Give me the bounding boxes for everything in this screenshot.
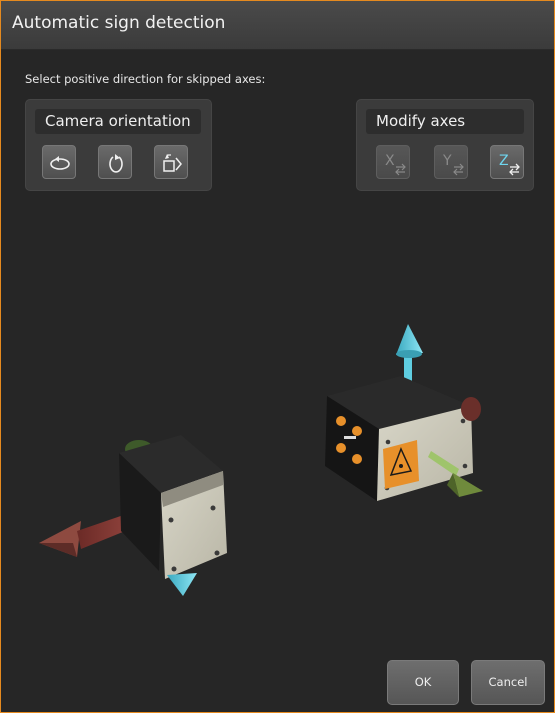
flip-view-icon xyxy=(163,154,182,172)
rotate-horizontal-icon xyxy=(50,156,70,170)
z-axis-swap-icon: Z xyxy=(499,153,520,176)
flip-x-axis-button[interactable]: X xyxy=(376,145,410,179)
x-axis-swap-icon: X xyxy=(385,153,406,176)
y-axis-letter: Y xyxy=(442,153,452,169)
sensor-model-right xyxy=(325,324,483,501)
title-bar: Automatic sign detection xyxy=(1,1,554,50)
modify-axes-label: Modify axes xyxy=(366,109,524,134)
dialog-title: Automatic sign detection xyxy=(12,13,226,33)
flip-z-axis-button[interactable]: Z xyxy=(490,145,524,179)
3d-viewport[interactable] xyxy=(1,191,554,712)
flip-y-axis-button[interactable]: Y xyxy=(434,145,468,179)
sensor-model-left xyxy=(39,435,227,596)
x-axis-arrow-right xyxy=(461,397,481,421)
ok-button[interactable]: OK xyxy=(387,660,459,705)
rotate-horizontal-button[interactable] xyxy=(42,145,76,179)
z-axis-arrow-left xyxy=(167,573,197,596)
x-axis-letter: X xyxy=(385,153,395,169)
sign-detection-dialog: Automatic sign detection Select positive… xyxy=(0,0,555,713)
instruction-text: Select positive direction for skipped ax… xyxy=(25,72,266,86)
cancel-button[interactable]: Cancel xyxy=(471,660,545,705)
rotate-vertical-icon xyxy=(109,154,123,173)
flip-view-button[interactable] xyxy=(154,145,188,179)
y-axis-swap-icon: Y xyxy=(442,153,464,176)
camera-orientation-label: Camera orientation xyxy=(35,109,201,134)
z-axis-letter: Z xyxy=(499,153,509,169)
rotate-vertical-button[interactable] xyxy=(98,145,132,179)
